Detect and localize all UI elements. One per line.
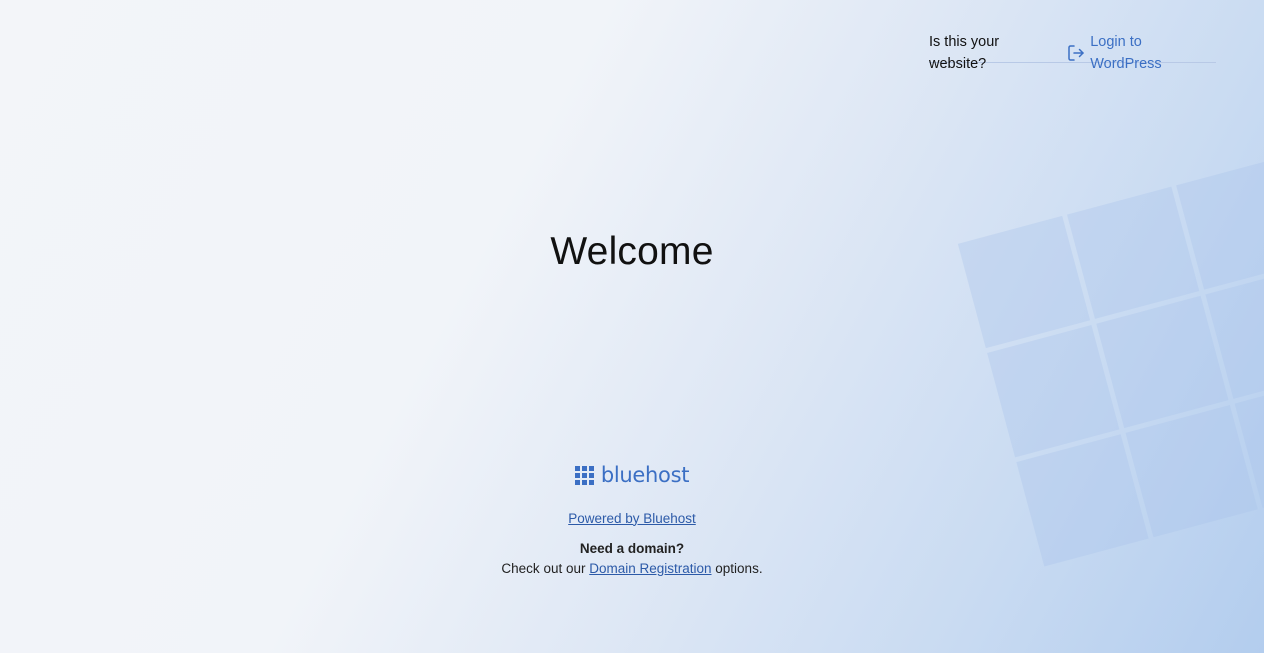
powered-by: Powered by Bluehost <box>0 511 1264 526</box>
domain-prompt: Check out our Domain Registration option… <box>0 561 1264 576</box>
checkout-suffix: options. <box>711 560 763 576</box>
login-wordpress-link[interactable]: Login to WordPress <box>1067 31 1216 75</box>
brand-name: bluehost <box>600 463 690 487</box>
footer: bluehost Powered by Bluehost Need a doma… <box>0 462 1264 576</box>
login-icon <box>1067 44 1085 62</box>
bluehost-grid-icon <box>574 465 594 485</box>
domain-registration-link[interactable]: Domain Registration <box>589 561 711 576</box>
header-bar: Is this your website? Login to WordPress <box>929 31 1216 72</box>
checkout-prefix: Check out our <box>501 560 590 576</box>
need-domain-heading: Need a domain? <box>579 540 685 556</box>
page-title: Welcome <box>550 230 714 273</box>
powered-by-link[interactable]: Powered by Bluehost <box>568 511 696 526</box>
bluehost-logo: bluehost <box>574 462 690 488</box>
ownership-question: Is this your website? <box>929 34 1000 72</box>
login-label: Login to WordPress <box>1090 34 1162 72</box>
